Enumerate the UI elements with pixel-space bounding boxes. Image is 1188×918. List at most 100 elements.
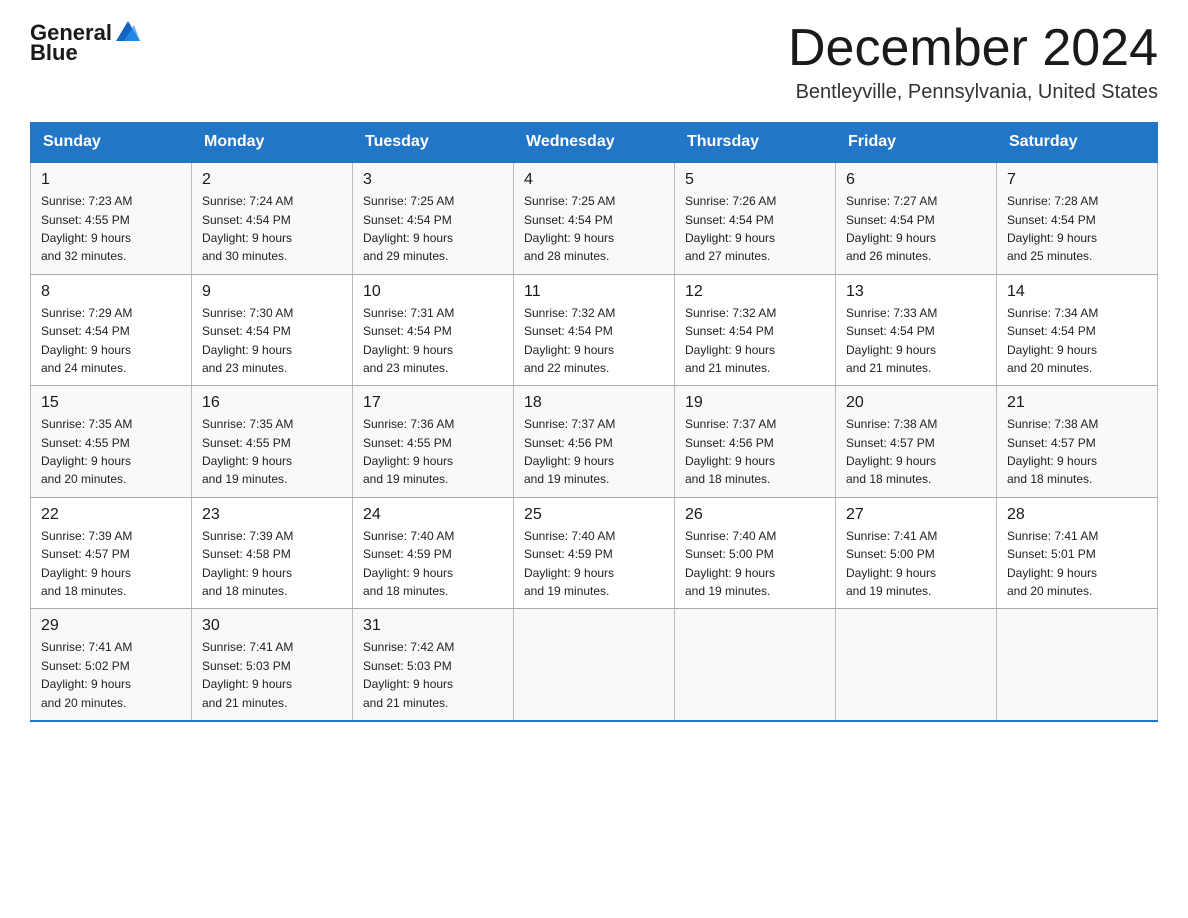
day-info: Sunrise: 7:29 AMSunset: 4:54 PMDaylight:… xyxy=(41,306,132,375)
logo-icon xyxy=(114,17,142,45)
calendar-cell: 14 Sunrise: 7:34 AMSunset: 4:54 PMDaylig… xyxy=(997,274,1158,386)
day-info: Sunrise: 7:25 AMSunset: 4:54 PMDaylight:… xyxy=(524,194,615,263)
calendar-cell: 12 Sunrise: 7:32 AMSunset: 4:54 PMDaylig… xyxy=(675,274,836,386)
day-number: 12 xyxy=(685,283,825,301)
calendar-cell: 19 Sunrise: 7:37 AMSunset: 4:56 PMDaylig… xyxy=(675,386,836,498)
calendar-cell: 15 Sunrise: 7:35 AMSunset: 4:55 PMDaylig… xyxy=(31,386,192,498)
day-number: 3 xyxy=(363,171,503,189)
day-number: 18 xyxy=(524,394,664,412)
calendar-cell: 18 Sunrise: 7:37 AMSunset: 4:56 PMDaylig… xyxy=(514,386,675,498)
day-info: Sunrise: 7:41 AMSunset: 5:03 PMDaylight:… xyxy=(202,640,293,709)
day-number: 30 xyxy=(202,617,342,635)
day-info: Sunrise: 7:40 AMSunset: 4:59 PMDaylight:… xyxy=(363,529,454,598)
day-info: Sunrise: 7:27 AMSunset: 4:54 PMDaylight:… xyxy=(846,194,937,263)
day-info: Sunrise: 7:35 AMSunset: 4:55 PMDaylight:… xyxy=(41,417,132,486)
calendar-cell: 21 Sunrise: 7:38 AMSunset: 4:57 PMDaylig… xyxy=(997,386,1158,498)
day-number: 31 xyxy=(363,617,503,635)
day-number: 26 xyxy=(685,506,825,524)
calendar-cell: 10 Sunrise: 7:31 AMSunset: 4:54 PMDaylig… xyxy=(353,274,514,386)
day-info: Sunrise: 7:31 AMSunset: 4:54 PMDaylight:… xyxy=(363,306,454,375)
calendar-header-row: SundayMondayTuesdayWednesdayThursdayFrid… xyxy=(31,123,1158,163)
calendar-cell: 24 Sunrise: 7:40 AMSunset: 4:59 PMDaylig… xyxy=(353,497,514,609)
calendar-cell: 6 Sunrise: 7:27 AMSunset: 4:54 PMDayligh… xyxy=(836,162,997,274)
page-header: General Blue December 2024 Bentleyville,… xyxy=(30,20,1158,104)
day-info: Sunrise: 7:25 AMSunset: 4:54 PMDaylight:… xyxy=(363,194,454,263)
day-number: 14 xyxy=(1007,283,1147,301)
day-info: Sunrise: 7:28 AMSunset: 4:54 PMDaylight:… xyxy=(1007,194,1098,263)
location-subtitle: Bentleyville, Pennsylvania, United State… xyxy=(788,81,1158,104)
calendar-cell: 29 Sunrise: 7:41 AMSunset: 5:02 PMDaylig… xyxy=(31,609,192,721)
day-number: 11 xyxy=(524,283,664,301)
calendar-cell: 4 Sunrise: 7:25 AMSunset: 4:54 PMDayligh… xyxy=(514,162,675,274)
calendar-cell: 31 Sunrise: 7:42 AMSunset: 5:03 PMDaylig… xyxy=(353,609,514,721)
day-number: 29 xyxy=(41,617,181,635)
day-info: Sunrise: 7:38 AMSunset: 4:57 PMDaylight:… xyxy=(1007,417,1098,486)
calendar-week-row: 8 Sunrise: 7:29 AMSunset: 4:54 PMDayligh… xyxy=(31,274,1158,386)
day-number: 20 xyxy=(846,394,986,412)
calendar-cell: 17 Sunrise: 7:36 AMSunset: 4:55 PMDaylig… xyxy=(353,386,514,498)
day-info: Sunrise: 7:40 AMSunset: 5:00 PMDaylight:… xyxy=(685,529,776,598)
calendar-cell: 8 Sunrise: 7:29 AMSunset: 4:54 PMDayligh… xyxy=(31,274,192,386)
day-number: 13 xyxy=(846,283,986,301)
calendar-cell: 23 Sunrise: 7:39 AMSunset: 4:58 PMDaylig… xyxy=(192,497,353,609)
col-header-monday: Monday xyxy=(192,123,353,163)
calendar-table: SundayMondayTuesdayWednesdayThursdayFrid… xyxy=(30,122,1158,722)
calendar-cell xyxy=(514,609,675,721)
title-area: December 2024 Bentleyville, Pennsylvania… xyxy=(788,20,1158,104)
day-info: Sunrise: 7:32 AMSunset: 4:54 PMDaylight:… xyxy=(524,306,615,375)
day-info: Sunrise: 7:41 AMSunset: 5:00 PMDaylight:… xyxy=(846,529,937,598)
month-year-title: December 2024 xyxy=(788,20,1158,77)
day-number: 5 xyxy=(685,171,825,189)
day-info: Sunrise: 7:35 AMSunset: 4:55 PMDaylight:… xyxy=(202,417,293,486)
day-number: 6 xyxy=(846,171,986,189)
calendar-cell: 2 Sunrise: 7:24 AMSunset: 4:54 PMDayligh… xyxy=(192,162,353,274)
calendar-cell: 30 Sunrise: 7:41 AMSunset: 5:03 PMDaylig… xyxy=(192,609,353,721)
day-info: Sunrise: 7:23 AMSunset: 4:55 PMDaylight:… xyxy=(41,194,132,263)
calendar-cell: 3 Sunrise: 7:25 AMSunset: 4:54 PMDayligh… xyxy=(353,162,514,274)
day-number: 7 xyxy=(1007,171,1147,189)
day-number: 22 xyxy=(41,506,181,524)
calendar-cell: 22 Sunrise: 7:39 AMSunset: 4:57 PMDaylig… xyxy=(31,497,192,609)
calendar-cell: 20 Sunrise: 7:38 AMSunset: 4:57 PMDaylig… xyxy=(836,386,997,498)
day-number: 23 xyxy=(202,506,342,524)
day-number: 21 xyxy=(1007,394,1147,412)
col-header-thursday: Thursday xyxy=(675,123,836,163)
calendar-cell: 5 Sunrise: 7:26 AMSunset: 4:54 PMDayligh… xyxy=(675,162,836,274)
day-info: Sunrise: 7:34 AMSunset: 4:54 PMDaylight:… xyxy=(1007,306,1098,375)
calendar-week-row: 15 Sunrise: 7:35 AMSunset: 4:55 PMDaylig… xyxy=(31,386,1158,498)
day-number: 16 xyxy=(202,394,342,412)
calendar-week-row: 1 Sunrise: 7:23 AMSunset: 4:55 PMDayligh… xyxy=(31,162,1158,274)
day-number: 27 xyxy=(846,506,986,524)
calendar-cell: 25 Sunrise: 7:40 AMSunset: 4:59 PMDaylig… xyxy=(514,497,675,609)
day-number: 28 xyxy=(1007,506,1147,524)
day-number: 19 xyxy=(685,394,825,412)
day-info: Sunrise: 7:26 AMSunset: 4:54 PMDaylight:… xyxy=(685,194,776,263)
day-number: 24 xyxy=(363,506,503,524)
day-info: Sunrise: 7:37 AMSunset: 4:56 PMDaylight:… xyxy=(524,417,615,486)
day-info: Sunrise: 7:37 AMSunset: 4:56 PMDaylight:… xyxy=(685,417,776,486)
day-number: 1 xyxy=(41,171,181,189)
day-number: 9 xyxy=(202,283,342,301)
day-number: 25 xyxy=(524,506,664,524)
calendar-cell: 13 Sunrise: 7:33 AMSunset: 4:54 PMDaylig… xyxy=(836,274,997,386)
calendar-cell xyxy=(836,609,997,721)
calendar-cell xyxy=(675,609,836,721)
day-info: Sunrise: 7:39 AMSunset: 4:57 PMDaylight:… xyxy=(41,529,132,598)
col-header-saturday: Saturday xyxy=(997,123,1158,163)
col-header-tuesday: Tuesday xyxy=(353,123,514,163)
col-header-sunday: Sunday xyxy=(31,123,192,163)
calendar-cell: 1 Sunrise: 7:23 AMSunset: 4:55 PMDayligh… xyxy=(31,162,192,274)
calendar-cell: 9 Sunrise: 7:30 AMSunset: 4:54 PMDayligh… xyxy=(192,274,353,386)
day-number: 4 xyxy=(524,171,664,189)
day-info: Sunrise: 7:41 AMSunset: 5:01 PMDaylight:… xyxy=(1007,529,1098,598)
calendar-cell: 28 Sunrise: 7:41 AMSunset: 5:01 PMDaylig… xyxy=(997,497,1158,609)
calendar-week-row: 22 Sunrise: 7:39 AMSunset: 4:57 PMDaylig… xyxy=(31,497,1158,609)
calendar-cell: 7 Sunrise: 7:28 AMSunset: 4:54 PMDayligh… xyxy=(997,162,1158,274)
day-number: 15 xyxy=(41,394,181,412)
day-number: 2 xyxy=(202,171,342,189)
calendar-week-row: 29 Sunrise: 7:41 AMSunset: 5:02 PMDaylig… xyxy=(31,609,1158,721)
day-info: Sunrise: 7:42 AMSunset: 5:03 PMDaylight:… xyxy=(363,640,454,709)
col-header-friday: Friday xyxy=(836,123,997,163)
calendar-cell: 11 Sunrise: 7:32 AMSunset: 4:54 PMDaylig… xyxy=(514,274,675,386)
calendar-cell: 26 Sunrise: 7:40 AMSunset: 5:00 PMDaylig… xyxy=(675,497,836,609)
